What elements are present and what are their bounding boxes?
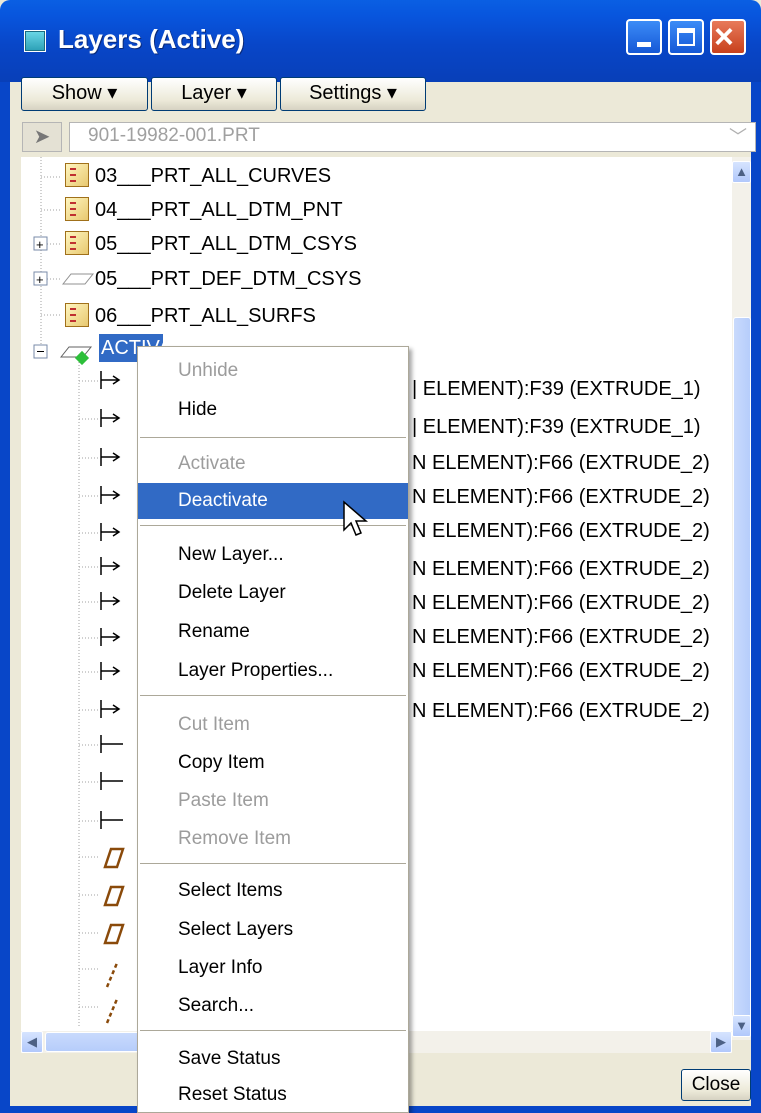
tree-child[interactable]: | ELEMENT):F39 (EXTRUDE_1) — [412, 371, 701, 407]
tree-child[interactable]: N ELEMENT):F66 (EXTRUDE_2) — [412, 693, 710, 729]
layer-icon — [65, 163, 89, 187]
tree-child[interactable]: N ELEMENT):F66 (EXTRUDE_2) — [412, 513, 710, 549]
menu-item-hide[interactable]: Hide — [138, 392, 408, 428]
tree-child[interactable]: N ELEMENT):F66 (EXTRUDE_2) — [412, 585, 710, 621]
active-layer-icon — [59, 346, 93, 365]
show-menu-button[interactable]: Show ▾ — [21, 77, 148, 111]
layer-menu-button[interactable]: Layer ▾ — [151, 77, 277, 111]
menu-separator — [140, 1030, 406, 1031]
model-name: 901-19982-001.PRT — [88, 125, 260, 146]
title-bar[interactable]: Layers (Active) × — [0, 0, 761, 82]
close-window-button[interactable]: × — [710, 18, 746, 56]
menu-item-select-items[interactable]: Select Items — [138, 873, 408, 909]
tree-child[interactable]: N ELEMENT):F66 (EXTRUDE_2) — [412, 551, 710, 587]
menu-item-cut-item[interactable]: Cut Item — [138, 707, 408, 743]
tree-item[interactable]: 05___PRT_DEF_DTM_CSYS — [95, 261, 361, 297]
menu-item-copy-item[interactable]: Copy Item — [138, 745, 408, 781]
svg-text:+: + — [36, 272, 44, 287]
layer-icon — [65, 303, 89, 327]
scroll-left-button[interactable]: ◀ — [21, 1031, 43, 1053]
expand-box-icons: + + — [33, 236, 48, 359]
menu-separator — [140, 695, 406, 696]
tree-child[interactable]: N ELEMENT):F66 (EXTRUDE_2) — [412, 653, 710, 689]
window-title: Layers (Active) — [58, 24, 245, 54]
window-icon — [24, 30, 46, 52]
menu-item-delete-layer[interactable]: Delete Layer — [138, 575, 408, 611]
tree-child[interactable]: N ELEMENT):F66 (EXTRUDE_2) — [412, 479, 710, 515]
menu-separator — [140, 863, 406, 864]
scroll-down-button[interactable]: ▼ — [732, 1015, 751, 1037]
tree-item[interactable]: 04___PRT_ALL_DTM_PNT — [95, 192, 343, 228]
menu-item-paste-item[interactable]: Paste Item — [138, 783, 408, 819]
tree-child[interactable]: | ELEMENT):F39 (EXTRUDE_1) — [412, 409, 701, 445]
menu-item-layer-properties[interactable]: Layer Properties... — [138, 653, 408, 689]
layer-icon — [65, 197, 89, 221]
settings-menu-button[interactable]: Settings ▾ — [280, 77, 426, 111]
chevron-left-icon: ◀ — [27, 1034, 37, 1049]
menu-item-remove-item[interactable]: Remove Item — [138, 821, 408, 857]
vertical-scrollbar[interactable]: ▲ ▼ — [732, 157, 751, 1040]
menu-item-rename[interactable]: Rename — [138, 614, 408, 650]
tree-item[interactable]: 05___PRT_ALL_DTM_CSYS — [95, 226, 357, 262]
model-select-combo[interactable]: 901-19982-001.PRT ﹀ — [69, 122, 756, 152]
menu-item-select-layers[interactable]: Select Layers — [138, 912, 408, 948]
menu-separator — [140, 437, 406, 438]
tree-item[interactable]: 03___PRT_ALL_CURVES — [95, 158, 331, 194]
tree-child[interactable]: N ELEMENT):F66 (EXTRUDE_2) — [412, 619, 710, 655]
chevron-up-icon: ▲ — [735, 164, 748, 179]
menu-item-reset-status[interactable]: Reset Status — [138, 1077, 408, 1113]
pointer-arrow-icon: ➤ — [33, 126, 51, 148]
mouse-cursor-icon — [343, 500, 369, 536]
scroll-right-button[interactable]: ▶ — [710, 1031, 732, 1053]
surface-icons — [103, 847, 125, 1024]
scroll-up-button[interactable]: ▲ — [732, 161, 751, 183]
menu-item-save-status[interactable]: Save Status — [138, 1041, 408, 1077]
menu-item-activate[interactable]: Activate — [138, 446, 408, 482]
minimize-icon — [637, 42, 651, 47]
scroll-thumb[interactable] — [733, 317, 751, 1037]
minimize-button[interactable] — [626, 19, 662, 55]
empty-layer-icon — [61, 273, 95, 285]
close-button[interactable]: Close — [681, 1069, 751, 1101]
window-frame-right — [751, 82, 761, 1113]
svg-text:+: + — [36, 237, 44, 252]
context-menu: Unhide Hide Activate Deactivate New Laye… — [137, 346, 409, 1113]
close-icon: × — [714, 18, 734, 56]
tree-child[interactable]: N ELEMENT):F66 (EXTRUDE_2) — [412, 445, 710, 481]
h-scroll-thumb[interactable] — [45, 1032, 145, 1052]
menu-item-search[interactable]: Search... — [138, 988, 408, 1024]
select-arrow-button[interactable]: ➤ — [22, 122, 62, 152]
dimension-icons — [100, 371, 123, 829]
chevron-down-icon: ▼ — [735, 1018, 748, 1033]
chevron-right-icon: ▶ — [716, 1034, 726, 1049]
maximize-button[interactable] — [668, 19, 704, 55]
tree-item[interactable]: 06___PRT_ALL_SURFS — [95, 298, 316, 334]
menu-item-layer-info[interactable]: Layer Info — [138, 950, 408, 986]
window-frame-left — [0, 82, 10, 1113]
menu-item-new-layer[interactable]: New Layer... — [138, 537, 408, 573]
chevron-down-icon[interactable]: ﹀ — [722, 123, 754, 151]
maximize-icon — [677, 28, 695, 46]
menu-item-unhide[interactable]: Unhide — [138, 353, 408, 389]
layer-icon — [65, 231, 89, 255]
